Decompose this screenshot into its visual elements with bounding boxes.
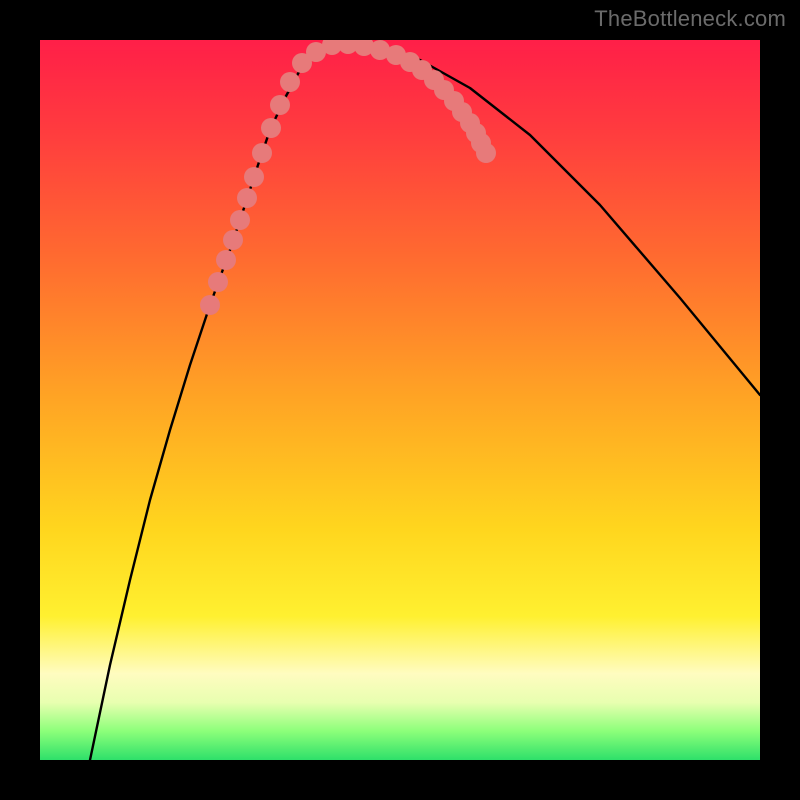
highlight-marker [434, 80, 454, 100]
highlight-marker [466, 123, 486, 143]
curve-svg [40, 40, 760, 760]
highlight-marker [261, 118, 281, 138]
highlight-marker [354, 40, 374, 56]
highlight-marker [292, 53, 312, 73]
highlight-marker [270, 95, 290, 115]
highlight-marker [386, 45, 406, 65]
highlight-marker [237, 188, 257, 208]
highlight-marker [280, 72, 300, 92]
highlight-marker [230, 210, 250, 230]
highlight-marker [471, 133, 491, 153]
plot-area [40, 40, 760, 760]
highlight-marker [306, 42, 326, 62]
highlight-marker [223, 230, 243, 250]
watermark-text: TheBottleneck.com [594, 6, 786, 32]
highlight-marker [208, 272, 228, 292]
highlight-marker [400, 52, 420, 72]
highlight-marker [370, 40, 390, 60]
highlight-marker [338, 40, 358, 54]
highlight-marker [452, 102, 472, 122]
bottleneck-curve [90, 42, 760, 760]
highlight-marker [476, 143, 496, 163]
highlight-marker [424, 70, 444, 90]
chart-frame: TheBottleneck.com [0, 0, 800, 800]
highlight-marker [216, 250, 236, 270]
highlight-marker [322, 40, 342, 55]
highlight-marker [460, 113, 480, 133]
highlight-marker [252, 143, 272, 163]
highlight-marker [412, 60, 432, 80]
highlight-marker [444, 91, 464, 111]
highlight-marker [244, 167, 264, 187]
highlight-marker [200, 295, 220, 315]
